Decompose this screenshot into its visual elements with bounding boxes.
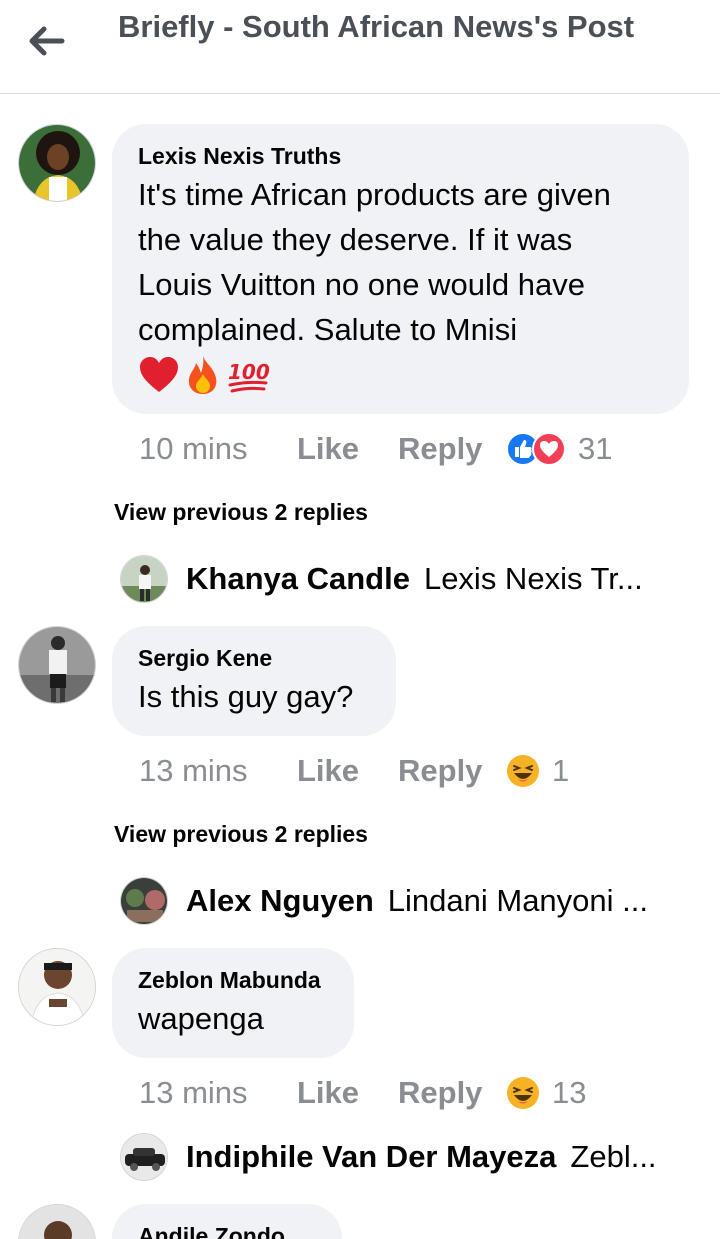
comment-author[interactable]: Andile Zondo: [138, 1222, 316, 1239]
reaction-count: 31: [578, 431, 613, 466]
hundred-points-icon: 100: [228, 360, 270, 393]
comment-bubble[interactable]: Sergio Kene Is this guy gay?: [112, 626, 396, 736]
comment-meta: 13 mins Like Reply 13: [139, 1073, 586, 1113]
avatar[interactable]: [18, 626, 96, 704]
comment-text: Is this guy gay?: [138, 674, 370, 719]
avatar: [120, 1133, 168, 1181]
comment-bubble[interactable]: Lexis Nexis Truths It's time African pro…: [112, 124, 689, 414]
comment-time[interactable]: 10 mins: [139, 431, 297, 467]
comment-author[interactable]: Lexis Nexis Truths: [138, 142, 663, 170]
comment-author[interactable]: Sergio Kene: [138, 644, 370, 672]
page-title: Briefly - South African News's Post: [118, 9, 635, 44]
reply-preview[interactable]: Khanya Candle Lexis Nexis Tr...: [120, 554, 680, 604]
like-button[interactable]: Like: [297, 753, 398, 789]
comment-text: wapenga: [138, 996, 328, 1041]
avatar[interactable]: [18, 1204, 96, 1239]
comment-text-line: wapenga: [138, 1001, 264, 1036]
comment-bubble[interactable]: Andile Zondo: [112, 1204, 342, 1239]
comment-text-line: the value they deserve. If it was: [138, 222, 573, 257]
avatar: [120, 877, 168, 925]
comment-text: It's time African products are given the…: [138, 172, 663, 352]
reaction-summary[interactable]: 1: [506, 753, 569, 789]
back-button[interactable]: [22, 18, 72, 64]
reaction-summary[interactable]: 31: [506, 431, 612, 467]
fire-icon: [188, 356, 217, 394]
reaction-summary[interactable]: 13: [506, 1075, 586, 1111]
avatar: [120, 555, 168, 603]
view-previous-replies[interactable]: View previous 2 replies: [114, 497, 368, 527]
emoji-row: 100: [138, 354, 663, 396]
comment-time[interactable]: 13 mins: [139, 753, 297, 789]
like-button[interactable]: Like: [297, 431, 398, 467]
reply-text: Lindani Manyoni ...: [387, 883, 648, 918]
reply-author: Khanya Candle: [186, 561, 410, 596]
comment-bubble[interactable]: Zeblon Mabunda wapenga: [112, 948, 354, 1058]
comment-meta: 10 mins Like Reply 31: [139, 429, 612, 469]
reply-text: Lexis Nexis Tr...: [423, 561, 643, 596]
reaction-count: 13: [552, 1075, 587, 1110]
top-bar: Briefly - South African News's Post: [0, 0, 720, 94]
like-button[interactable]: Like: [297, 1075, 398, 1111]
reply-button[interactable]: Reply: [398, 1075, 506, 1111]
comment-text-line: Is this guy gay?: [138, 679, 354, 714]
comment-text-line: complained. Salute to Mnisi: [138, 312, 518, 347]
avatar[interactable]: [18, 948, 96, 1026]
comment-text-line: It's time African products are given: [138, 177, 611, 212]
reply-preview[interactable]: Alex Nguyen Lindani Manyoni ...: [120, 876, 680, 926]
reply-author: Indiphile Van Der Mayeza: [186, 1139, 557, 1174]
reply-button[interactable]: Reply: [398, 431, 506, 467]
comment-time[interactable]: 13 mins: [139, 1075, 297, 1111]
view-previous-replies[interactable]: View previous 2 replies: [114, 819, 368, 849]
reply-preview[interactable]: Indiphile Van Der Mayeza Zebl...: [120, 1132, 680, 1182]
avatar[interactable]: [18, 124, 96, 202]
comment-meta: 13 mins Like Reply 1: [139, 751, 569, 791]
svg-text:100: 100: [228, 360, 270, 384]
comment-text-line: Louis Vuitton no one would have: [138, 267, 585, 302]
reply-button[interactable]: Reply: [398, 753, 506, 789]
reply-author: Alex Nguyen: [186, 883, 374, 918]
arrow-left-icon: [29, 26, 65, 56]
reaction-count: 1: [552, 753, 570, 788]
reply-text: Zebl...: [570, 1139, 657, 1174]
laughing-face-icon: [507, 755, 539, 787]
heart-icon: [532, 432, 566, 466]
laughing-face-icon: [507, 1077, 539, 1109]
comment-author[interactable]: Zeblon Mabunda: [138, 966, 328, 994]
red-heart-icon: [140, 357, 178, 392]
